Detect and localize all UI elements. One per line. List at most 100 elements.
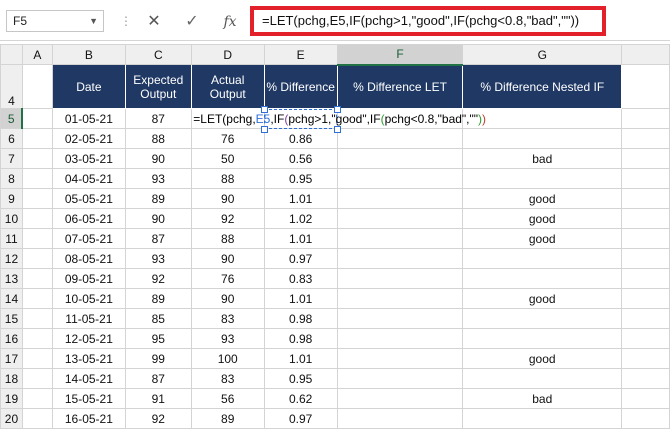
date-cell[interactable]: 15-05-21 <box>51 388 126 409</box>
percent-difference-let-cell[interactable] <box>336 368 464 389</box>
insert-function-icon[interactable]: fx <box>220 12 240 32</box>
actual-output-cell[interactable]: 76 <box>190 128 265 149</box>
cell[interactable] <box>621 408 670 429</box>
percent-difference-cell[interactable]: 0.95 <box>263 168 338 189</box>
cell[interactable] <box>621 108 670 129</box>
date-cell[interactable]: 01-05-21 <box>51 108 126 129</box>
cell[interactable] <box>21 388 53 409</box>
cell[interactable] <box>21 248 53 269</box>
cancel-icon[interactable]: ✕ <box>144 12 164 32</box>
percent-difference-cell[interactable]: 0.98 <box>263 328 338 349</box>
percent-difference-let-cell[interactable] <box>336 148 464 169</box>
cell[interactable] <box>621 328 670 349</box>
percent-difference-let-cell[interactable] <box>336 328 464 349</box>
cell[interactable] <box>621 368 670 389</box>
expected-output-cell[interactable]: 85 <box>124 308 192 329</box>
cell[interactable] <box>21 128 53 149</box>
percent-difference-nested-if-cell[interactable]: good <box>462 208 623 229</box>
percent-difference-nested-if-cell[interactable] <box>462 328 623 349</box>
percent-difference-cell[interactable]: 0.95 <box>263 368 338 389</box>
date-cell[interactable]: 02-05-21 <box>51 128 126 149</box>
actual-output-cell[interactable]: 90 <box>190 288 265 309</box>
cell[interactable] <box>21 228 53 249</box>
cell[interactable] <box>21 168 53 189</box>
cell[interactable] <box>21 328 53 349</box>
percent-difference-nested-if-cell[interactable]: bad <box>462 388 623 409</box>
expected-output-cell[interactable]: 93 <box>124 168 192 189</box>
cell[interactable] <box>621 148 670 169</box>
chevron-down-icon[interactable]: ▼ <box>89 11 98 31</box>
actual-output-cell[interactable]: 56 <box>190 388 265 409</box>
percent-difference-cell[interactable]: 1.02 <box>263 208 338 229</box>
cell[interactable] <box>621 228 670 249</box>
cell[interactable] <box>21 288 53 309</box>
expected-output-cell[interactable]: 99 <box>124 348 192 369</box>
percent-difference-nested-if-cell[interactable] <box>462 108 623 129</box>
row-header[interactable]: 5 <box>0 108 24 129</box>
percent-difference-let-cell[interactable] <box>336 128 464 149</box>
row-header[interactable]: 6 <box>0 128 23 149</box>
percent-difference-let-cell[interactable] <box>336 348 464 369</box>
date-cell[interactable]: 12-05-21 <box>51 328 126 349</box>
expected-output-cell[interactable]: 90 <box>124 148 192 169</box>
row-header[interactable]: 14 <box>0 288 23 309</box>
row-header[interactable]: 18 <box>0 368 23 389</box>
formula-input[interactable]: =LET(pchg,E5,IF(pchg>1,"good",IF(pchg<0.… <box>250 6 606 36</box>
cell[interactable] <box>621 308 670 329</box>
date-cell[interactable]: 03-05-21 <box>51 148 126 169</box>
row-header[interactable]: 13 <box>0 268 23 289</box>
date-cell[interactable]: 13-05-21 <box>51 348 126 369</box>
header-expected-output[interactable]: Expected Output <box>124 64 192 109</box>
actual-output-cell[interactable]: 93 <box>190 328 265 349</box>
expected-output-cell[interactable]: 87 <box>124 368 192 389</box>
expected-output-cell[interactable]: 95 <box>124 328 192 349</box>
actual-output-cell[interactable]: 83 <box>190 308 265 329</box>
header-actual-output[interactable]: Actual Output <box>190 64 265 109</box>
row-header[interactable]: 12 <box>0 248 23 269</box>
expected-output-cell[interactable]: 87 <box>124 228 192 249</box>
column-header-d[interactable]: D <box>190 44 265 65</box>
date-cell[interactable]: 06-05-21 <box>51 208 126 229</box>
row-header[interactable]: 9 <box>0 188 23 209</box>
percent-difference-let-cell[interactable] <box>336 308 464 329</box>
cell[interactable] <box>621 188 670 209</box>
cell[interactable] <box>621 268 670 289</box>
percent-difference-cell[interactable]: 0.97 <box>263 408 338 429</box>
expected-output-cell[interactable]: 89 <box>124 288 192 309</box>
row-header[interactable]: 15 <box>0 308 23 329</box>
date-cell[interactable]: 04-05-21 <box>51 168 126 189</box>
row-header[interactable]: 11 <box>0 228 23 249</box>
date-cell[interactable]: 11-05-21 <box>51 308 126 329</box>
percent-difference-let-cell[interactable] <box>336 188 464 209</box>
percent-difference-cell[interactable]: 1.01 <box>263 348 338 369</box>
column-header-g[interactable]: G <box>462 44 623 65</box>
cell[interactable] <box>621 128 670 149</box>
cell[interactable] <box>21 188 53 209</box>
cell[interactable] <box>21 268 53 289</box>
cell[interactable] <box>621 348 670 369</box>
expected-output-cell[interactable]: 87 <box>124 108 192 129</box>
cell-edit-formula[interactable]: =LET(pchg,E5,IF(pchg>1,"good",IF(pchg<0.… <box>193 110 486 128</box>
percent-difference-let-cell[interactable] <box>336 408 464 429</box>
date-cell[interactable]: 08-05-21 <box>51 248 126 269</box>
row-header[interactable]: 19 <box>0 388 23 409</box>
cell[interactable] <box>621 64 670 109</box>
actual-output-cell[interactable]: 100 <box>190 348 265 369</box>
cell[interactable] <box>21 348 53 369</box>
cell[interactable] <box>621 248 670 269</box>
cell[interactable] <box>621 388 670 409</box>
percent-difference-let-cell[interactable] <box>336 268 464 289</box>
percent-difference-cell[interactable]: 1.01 <box>263 288 338 309</box>
enter-icon[interactable]: ✓ <box>182 12 202 32</box>
percent-difference-nested-if-cell[interactable] <box>462 248 623 269</box>
percent-difference-cell[interactable]: 0.97 <box>263 248 338 269</box>
header-percent-difference-let[interactable]: % Difference LET <box>336 64 464 109</box>
percent-difference-nested-if-cell[interactable]: good <box>462 188 623 209</box>
percent-difference-cell[interactable]: 0.86 <box>263 128 338 149</box>
percent-difference-nested-if-cell[interactable]: bad <box>462 148 623 169</box>
percent-difference-cell[interactable]: 0.98 <box>263 308 338 329</box>
cell[interactable] <box>21 108 53 129</box>
actual-output-cell[interactable]: 90 <box>190 188 265 209</box>
cell[interactable] <box>21 208 53 229</box>
cell[interactable] <box>21 148 53 169</box>
